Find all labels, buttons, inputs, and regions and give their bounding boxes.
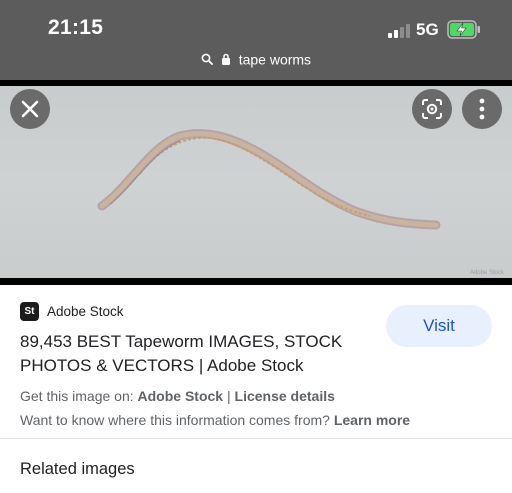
adobe-stock-logo-icon: St — [20, 302, 39, 321]
get-image-prefix: Get this image on: — [20, 388, 138, 404]
lens-icon — [422, 99, 442, 119]
license-details-link[interactable]: License details — [235, 388, 335, 404]
more-options-button[interactable] — [462, 89, 502, 129]
info-source-line: Want to know where this information come… — [20, 412, 410, 428]
source-name: Adobe Stock — [47, 304, 124, 319]
result-title[interactable]: 89,453 BEST Tapeworm IMAGES, STOCK PHOTO… — [20, 330, 360, 378]
related-images-heading: Related images — [20, 460, 135, 478]
image-watermark: Adobe Stock — [469, 270, 504, 276]
lock-icon — [221, 54, 230, 66]
section-divider — [0, 438, 512, 439]
status-time: 21:15 — [48, 16, 104, 39]
network-type: 5G — [416, 20, 439, 39]
get-image-line: Get this image on: Adobe Stock | License… — [20, 388, 335, 404]
battery-charging-icon — [447, 20, 483, 39]
close-icon — [21, 100, 39, 118]
url-bar[interactable]: tape worms — [0, 50, 512, 67]
get-image-source-link[interactable]: Adobe Stock — [138, 388, 224, 404]
more-vert-icon — [479, 98, 485, 120]
signal-icon — [388, 24, 410, 38]
source-row[interactable]: St Adobe Stock — [20, 302, 124, 321]
separator: | — [223, 388, 235, 404]
status-and-url-bar: 21:15 5G tape worms — [0, 0, 512, 80]
preview-image[interactable]: Adobe Stock — [0, 86, 512, 278]
info-source-text: Want to know where this information come… — [20, 412, 334, 428]
lens-button[interactable] — [412, 89, 452, 129]
search-icon — [201, 53, 213, 66]
url-text: tape worms — [238, 51, 312, 68]
learn-more-link[interactable]: Learn more — [334, 412, 410, 428]
letterbox-bottom — [0, 278, 512, 285]
visit-button[interactable]: Visit — [386, 305, 492, 347]
close-button[interactable] — [10, 89, 50, 129]
